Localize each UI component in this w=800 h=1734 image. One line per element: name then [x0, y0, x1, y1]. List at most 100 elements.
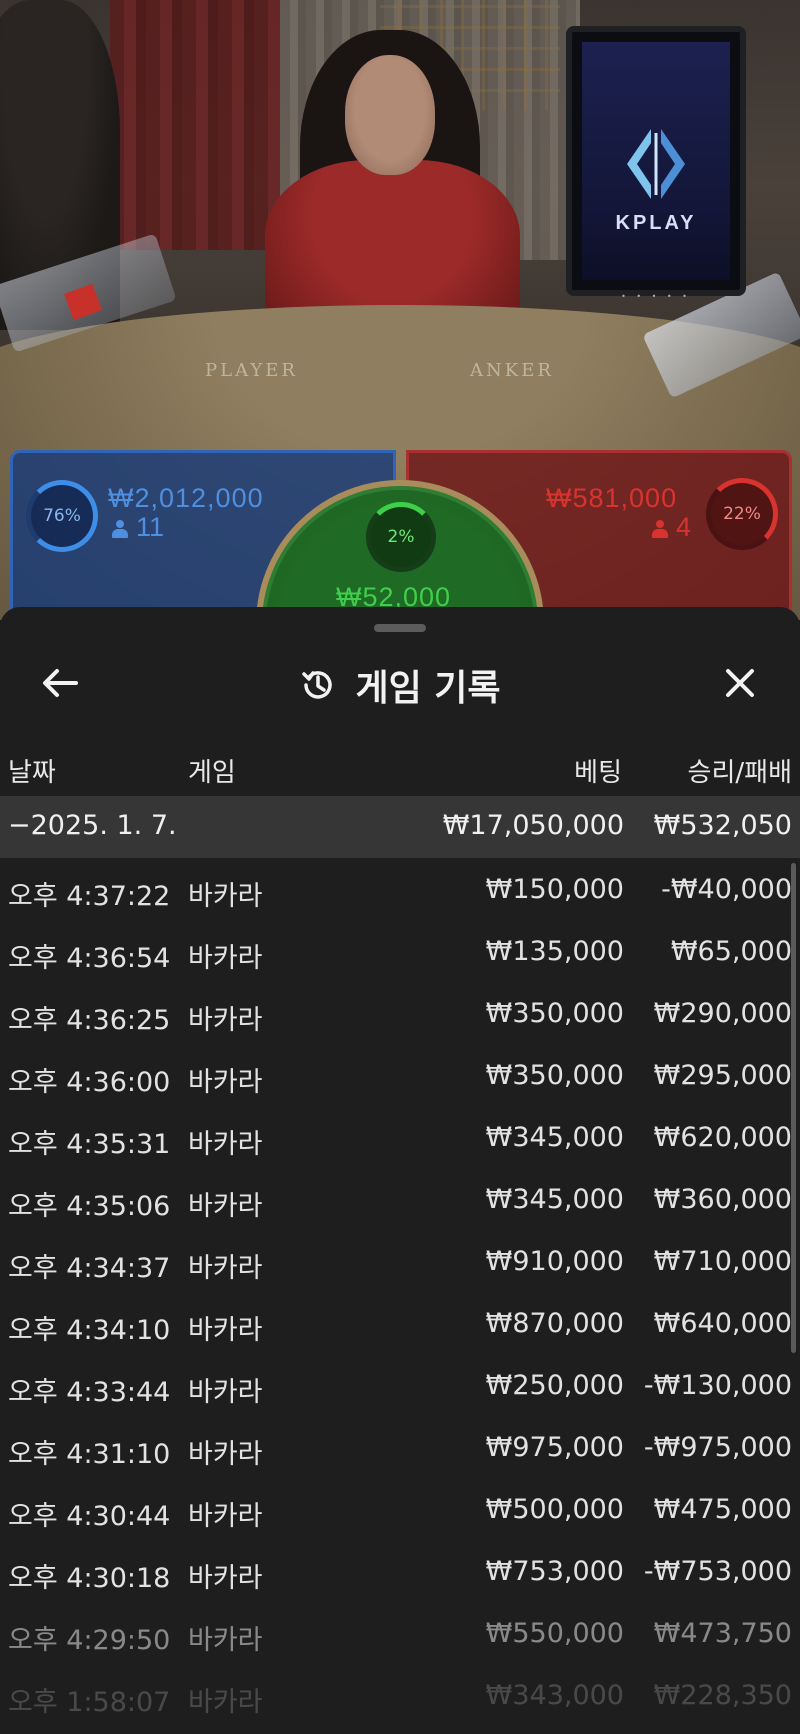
row-result: -₩40,000 — [661, 874, 792, 905]
tie-percent-ring: 2% — [366, 502, 436, 572]
row-result: ₩295,000 — [653, 1060, 792, 1091]
row-bet: ₩753,000 — [485, 1556, 624, 1587]
table-player-text: PLAYER — [205, 360, 298, 381]
row-game: 바카라 — [188, 1377, 263, 1408]
row-time: 오후 4:35:31 — [8, 1129, 171, 1160]
table-row[interactable]: 오후 4:30:18 바카라 ₩753,000 -₩753,000 — [0, 1540, 800, 1602]
row-game: 바카라 — [188, 1563, 263, 1594]
row-time: 오후 4:36:25 — [8, 1005, 171, 1036]
row-result: ₩710,000 — [653, 1246, 792, 1277]
banker-percent-ring: 22% — [706, 478, 778, 550]
row-game: 바카라 — [188, 1067, 263, 1098]
row-time: 오후 4:30:18 — [8, 1563, 171, 1594]
sheet-header: 게임 기록 — [0, 637, 800, 725]
row-result: ₩640,000 — [653, 1308, 792, 1339]
kplay-brand-text: KPLAY — [615, 212, 697, 234]
row-result: ₩475,000 — [653, 1494, 792, 1525]
live-video-feed: PLAYER ANKER KPLAY • • • • • 76% ₩2,012,… — [0, 0, 800, 620]
row-time: 오후 4:33:44 — [8, 1377, 171, 1408]
row-result: ₩473,750 — [653, 1618, 792, 1649]
table-row[interactable]: 오후 4:35:31 바카라 ₩345,000 ₩620,000 — [0, 1106, 800, 1168]
row-bet: ₩550,000 — [485, 1618, 624, 1649]
row-game: 바카라 — [188, 943, 263, 974]
player-percent-ring: 76% — [26, 480, 98, 552]
table-row[interactable]: 오후 4:35:06 바카라 ₩345,000 ₩360,000 — [0, 1168, 800, 1230]
row-result: ₩620,000 — [653, 1122, 792, 1153]
person-icon — [112, 520, 128, 538]
tie-percent: 2% — [387, 527, 415, 547]
row-time: 오후 1:58:07 — [8, 1687, 171, 1718]
table-row[interactable]: 오후 4:30:44 바카라 ₩500,000 ₩475,000 — [0, 1478, 800, 1540]
row-game: 바카라 — [188, 1191, 263, 1222]
history-icon — [302, 671, 333, 699]
row-time: 오후 4:31:10 — [8, 1439, 171, 1470]
history-rows: 오후 4:37:22 바카라 ₩150,000 -₩40,000 오후 4:36:54… — [0, 858, 800, 1726]
table-row[interactable]: 오후 4:34:37 바카라 ₩910,000 ₩710,000 — [0, 1230, 800, 1292]
row-bet: ₩910,000 — [485, 1246, 624, 1277]
row-game: 바카라 — [188, 1005, 263, 1036]
column-header-bet: 베팅 — [574, 758, 622, 788]
sheet-title: 게임 기록 — [355, 668, 501, 709]
row-bet: ₩250,000 — [485, 1370, 624, 1401]
table-row[interactable]: 오후 4:29:50 바카라 ₩550,000 ₩473,750 — [0, 1602, 800, 1664]
banker-count: 4 — [652, 512, 691, 543]
monitor-dots: • • • • • — [621, 292, 691, 301]
row-bet: ₩345,000 — [485, 1184, 624, 1215]
row-game: 바카라 — [188, 1625, 263, 1656]
sheet-title-group: 게임 기록 — [0, 659, 800, 711]
row-time: 오후 4:30:44 — [8, 1501, 171, 1532]
row-game: 바카라 — [188, 1687, 263, 1718]
row-bet: ₩350,000 — [485, 1060, 624, 1091]
row-bet: ₩150,000 — [485, 874, 624, 905]
player-percent: 76% — [43, 506, 81, 526]
row-game: 바카라 — [188, 1439, 263, 1470]
close-button[interactable] — [712, 655, 768, 711]
row-result: ₩65,000 — [670, 936, 792, 967]
person-icon — [652, 520, 668, 538]
row-game: 바카라 — [188, 1253, 263, 1284]
red-curtain — [110, 0, 280, 250]
row-bet: ₩343,000 — [485, 1680, 624, 1711]
column-header-result: 승리/패배 — [687, 758, 792, 788]
row-game: 바카라 — [188, 881, 263, 912]
row-result: ₩228,350 — [653, 1680, 792, 1711]
date-group-bet-total: ₩17,050,000 — [442, 810, 624, 841]
row-game: 바카라 — [188, 1129, 263, 1160]
table-row[interactable]: 오후 4:31:10 바카라 ₩975,000 -₩975,000 — [0, 1416, 800, 1478]
row-time: 오후 4:34:10 — [8, 1315, 171, 1346]
table-row[interactable]: 오후 4:33:44 바카라 ₩250,000 -₩130,000 — [0, 1354, 800, 1416]
close-icon — [726, 669, 754, 697]
table-monitor: KPLAY • • • • • — [566, 26, 746, 301]
player-bet-amount: ₩2,012,000 — [108, 483, 264, 513]
player-count-value: 11 — [136, 512, 165, 542]
banker-bet-amount: ₩581,000 — [546, 483, 678, 513]
table-row[interactable]: 오후 4:36:25 바카라 ₩350,000 ₩290,000 — [0, 982, 800, 1044]
table-row[interactable]: 오후 1:58:07 바카라 ₩343,000 ₩228,350 — [0, 1664, 800, 1726]
monitor-screen: KPLAY • • • • • — [582, 42, 730, 301]
row-bet: ₩135,000 — [485, 936, 624, 967]
table-row[interactable]: 오후 4:36:54 바카라 ₩135,000 ₩65,000 — [0, 920, 800, 982]
table-row[interactable]: 오후 4:34:10 바카라 ₩870,000 ₩640,000 — [0, 1292, 800, 1354]
column-header-date: 날짜 — [8, 758, 56, 788]
table-row[interactable]: 오후 4:36:00 바카라 ₩350,000 ₩295,000 — [0, 1044, 800, 1106]
banker-count-value: 4 — [676, 512, 692, 542]
row-time: 오후 4:29:50 — [8, 1625, 171, 1656]
banker-percent: 22% — [723, 504, 761, 524]
table-row[interactable]: 오후 4:37:22 바카라 ₩150,000 -₩40,000 — [0, 858, 800, 920]
player-count: 11 — [112, 512, 164, 543]
date-group-row[interactable]: −2025. 1. 7. ₩17,050,000 ₩532,050 — [0, 796, 800, 858]
row-time: 오후 4:36:00 — [8, 1067, 171, 1098]
row-time: 오후 4:35:06 — [8, 1191, 171, 1222]
row-bet: ₩345,000 — [485, 1122, 624, 1153]
column-header-game: 게임 — [188, 758, 236, 788]
row-game: 바카라 — [188, 1501, 263, 1532]
dealer-face — [345, 55, 435, 175]
date-group-result-total: ₩532,050 — [653, 810, 792, 841]
kplay-logo-icon — [627, 129, 685, 199]
table-banker-text: ANKER — [470, 360, 554, 381]
row-result: -₩975,000 — [643, 1432, 792, 1463]
row-bet: ₩350,000 — [485, 998, 624, 1029]
scrollbar[interactable] — [791, 863, 796, 1353]
sheet-drag-handle[interactable] — [374, 624, 426, 632]
row-result: -₩753,000 — [643, 1556, 792, 1587]
